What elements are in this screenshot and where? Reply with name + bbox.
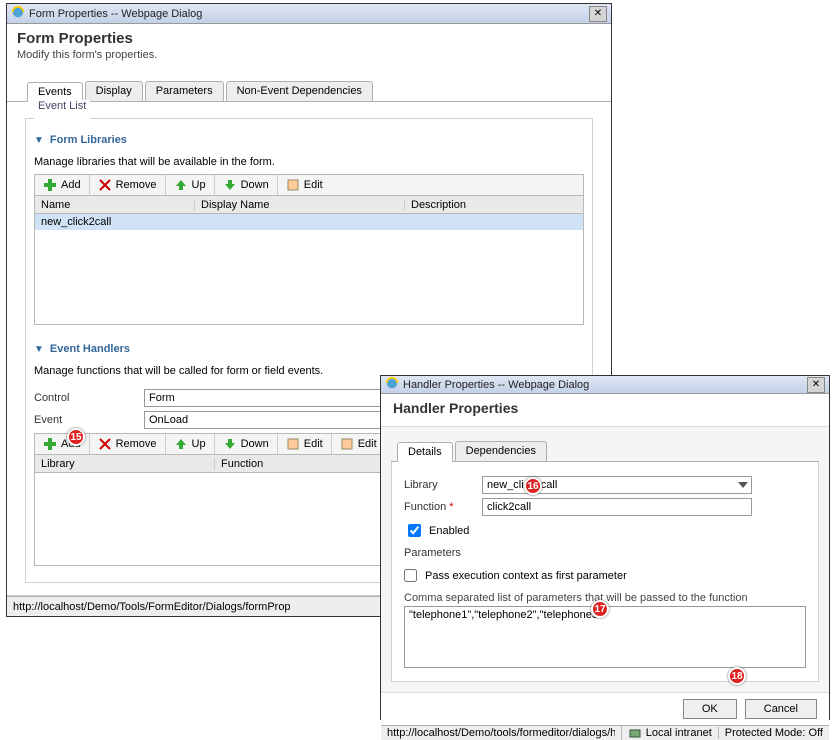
- enabled-checkbox[interactable]: Enabled: [408, 524, 469, 537]
- up-library-button[interactable]: Up: [166, 175, 215, 195]
- edit-library-button[interactable]: Edit: [278, 175, 331, 195]
- parameters-title: Parameters: [404, 547, 806, 559]
- caret-down-icon: ▼: [34, 135, 44, 146]
- event-select[interactable]: OnLoad: [144, 411, 414, 429]
- library-label: Library: [404, 479, 482, 491]
- col-name[interactable]: Name: [35, 199, 195, 211]
- status-url: http://localhost/Demo/tools/formeditor/d…: [387, 727, 615, 739]
- tab-display[interactable]: Display: [85, 81, 143, 101]
- window-title: Form Properties -- Webpage Dialog: [29, 8, 585, 20]
- event-list-legend: Event List: [34, 100, 90, 112]
- edit-library-handler-button[interactable]: Edit: [332, 434, 385, 454]
- cancel-button[interactable]: Cancel: [745, 699, 817, 719]
- up-handler-button[interactable]: Up: [166, 434, 215, 454]
- col-description[interactable]: Description: [405, 199, 583, 211]
- page-title: Handler Properties: [381, 394, 829, 426]
- event-handlers-header[interactable]: ▼ Event Handlers: [34, 339, 584, 361]
- ie-icon: [11, 5, 25, 22]
- libraries-table: Name Display Name Description new_click2…: [34, 196, 584, 325]
- tab-dependencies[interactable]: Dependencies: [455, 441, 547, 461]
- handler-properties-window: Handler Properties -- Webpage Dialog ✕ H…: [380, 375, 830, 720]
- col-display-name[interactable]: Display Name: [195, 199, 405, 211]
- window-title: Handler Properties -- Webpage Dialog: [403, 379, 803, 391]
- control-select[interactable]: Form: [144, 389, 414, 407]
- ok-button[interactable]: OK: [683, 699, 737, 719]
- event-handlers-title: Event Handlers: [50, 343, 130, 355]
- form-libraries-desc: Manage libraries that will be available …: [34, 156, 584, 168]
- badge-17: 17: [591, 600, 609, 618]
- form-libraries-header[interactable]: ▼ Form Libraries: [34, 130, 584, 152]
- close-icon[interactable]: ✕: [589, 6, 607, 22]
- down-library-button[interactable]: Down: [215, 175, 278, 195]
- event-label: Event: [34, 414, 144, 426]
- edit-handler-button[interactable]: Edit: [278, 434, 332, 454]
- caret-down-icon: ▼: [34, 344, 44, 355]
- titlebar[interactable]: Form Properties -- Webpage Dialog ✕: [7, 4, 611, 24]
- badge-18: 18: [728, 667, 746, 685]
- control-label: Control: [34, 392, 144, 404]
- badge-16: 16: [524, 477, 542, 495]
- status-protected: Protected Mode: Off: [718, 727, 823, 739]
- down-handler-button[interactable]: Down: [215, 434, 278, 454]
- tab-nonevent[interactable]: Non-Event Dependencies: [226, 81, 373, 101]
- handler-tabs: Details Dependencies: [391, 441, 819, 462]
- ie-icon: [385, 376, 399, 393]
- form-libraries-title: Form Libraries: [50, 134, 127, 146]
- libraries-toolbar: Add Remove Up Down Edit: [34, 174, 584, 196]
- page-title: Form Properties: [7, 24, 611, 49]
- table-row[interactable]: new_click2call: [35, 214, 583, 230]
- page-subtitle: Modify this form's properties.: [7, 49, 611, 73]
- status-zone: Local intranet: [621, 726, 712, 740]
- add-library-button[interactable]: Add: [35, 175, 90, 195]
- tab-events[interactable]: Events: [27, 82, 83, 102]
- library-select[interactable]: new_click2call: [482, 476, 752, 494]
- remove-handler-button[interactable]: Remove: [90, 434, 166, 454]
- tab-details[interactable]: Details: [397, 442, 453, 462]
- intranet-icon: [628, 726, 642, 740]
- close-icon[interactable]: ✕: [807, 377, 825, 393]
- pass-context-checkbox[interactable]: Pass execution context as first paramete…: [404, 569, 627, 582]
- table-header: Name Display Name Description: [35, 196, 583, 214]
- titlebar[interactable]: Handler Properties -- Webpage Dialog ✕: [381, 376, 829, 394]
- main-tabs: Events Display Parameters Non-Event Depe…: [7, 81, 611, 102]
- function-input[interactable]: [482, 498, 752, 516]
- col-library[interactable]: Library: [35, 458, 215, 470]
- remove-library-button[interactable]: Remove: [90, 175, 166, 195]
- badge-15: 15: [67, 428, 85, 446]
- tab-parameters[interactable]: Parameters: [145, 81, 224, 101]
- function-label: Function *: [404, 501, 482, 513]
- status-bar: http://localhost/Demo/tools/formeditor/d…: [381, 725, 829, 740]
